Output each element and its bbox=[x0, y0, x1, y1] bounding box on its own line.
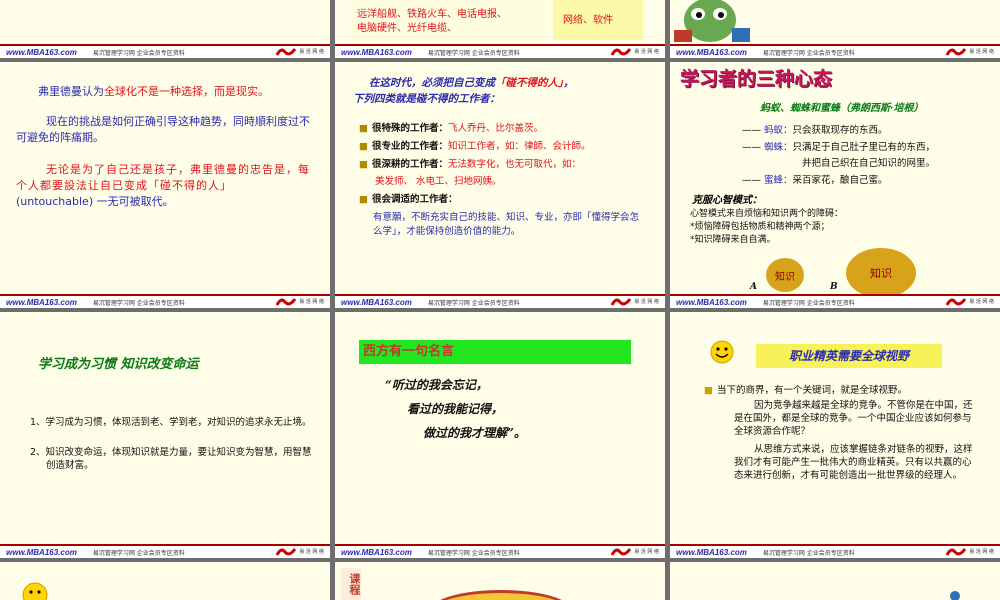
slide-heading: 在这时代，必须把自己变成「碰不得的人」， bbox=[369, 77, 574, 89]
list-item: 1、学习成为习惯，体现活到老、学到老，对知识的追求永无止境。 bbox=[30, 417, 312, 428]
slide-thumb-10[interactable]: 学习成为习惯 知识改变命运 1、学习成为习惯，体现活到老、学到老，对知识的追求永… bbox=[0, 312, 330, 558]
logo-icon: 易 活 网 络 bbox=[945, 547, 994, 557]
slide-footer: www.MBA163.com 易沉管理学习网 企业会员专区资料 易 活 网 络 bbox=[335, 294, 665, 308]
paragraph-3: 无论是为了自己还是孩子，弗里德曼的忠告是，每个人都要設法让自已变成「碰不得的人」 bbox=[16, 163, 310, 192]
paragraph-2: 现在的挑战是如何正确引导这种趋势，同時順利度过不可避免的阵痛期。 bbox=[16, 115, 310, 144]
slide-thumb-12[interactable]: 职业精英需要全球视野 ■ 当下的商界，有一个关键词，就是全球视野。 因为竞争越来越… bbox=[670, 312, 1000, 558]
slide-thumb-r3a[interactable] bbox=[0, 562, 330, 600]
smiley-icon bbox=[22, 582, 48, 600]
slide-thumb-r0b[interactable]: 远洋船舰、铁路火车、电话电报、 电脑硬件、光纤电缆、 网络、软件 www.MBA… bbox=[335, 0, 665, 58]
figure-icon bbox=[950, 591, 960, 600]
slide-footer: www.MBA163.com 易沉管理学习网 企业会员专区资料 易 活 网 络 bbox=[670, 44, 1000, 58]
slide-thumb-r0c[interactable]: www.MBA163.com 易沉管理学习网 企业会员专区资料 易 活 网 络 bbox=[670, 0, 1000, 58]
mindset-row: —— 蚂蚁：只会获取现存的东西。 bbox=[742, 125, 888, 136]
cartoon-illustration-icon bbox=[674, 0, 750, 42]
slide-thumb-11[interactable]: 西方有一句名言 “听过的我会忘记， 看过的我能记得， 做过的我才理解”。 www… bbox=[335, 312, 665, 558]
list-item: 2、知识改变命运，体现知识就是力量，要让知识变为智慧，用智慧创造财富。 bbox=[30, 447, 312, 471]
course-label: 课程 bbox=[341, 568, 361, 600]
slide-thumb-9[interactable]: 学习者的三种心态 蚂蚁、蜘蛛和蜜蜂（弗朗西斯·培根） —— 蚂蚁：只会获取现存的… bbox=[670, 62, 1000, 308]
quote-line-3: 做过的我才理解”。 bbox=[423, 426, 526, 440]
banner-title: 西方有一句名言 bbox=[359, 340, 631, 364]
mindset-row: —— 蜘蛛：只满足于自己肚子里已有的东西， bbox=[742, 142, 936, 153]
paragraph-1: 弗里德曼认为全球化不是一种选择，而是现实。 bbox=[38, 85, 269, 98]
slide-footer: www.MBA163.com 易沉管理学习网 企业会员专区资料 易 活 网 络 bbox=[670, 544, 1000, 558]
slide-title: 学习者的三种心态 bbox=[680, 68, 833, 90]
logo-icon: 易 活 网 络 bbox=[945, 297, 994, 307]
slide-footer: www.MBA163.com 易沉管理学习网 企业会员专区资料 易 活 网 络 bbox=[670, 294, 1000, 308]
slide-thumb-8[interactable]: 在这时代，必须把自己变成「碰不得的人」， 下列四类就是碰不得的工作者： ■ 很特殊… bbox=[335, 62, 665, 308]
list-item: ■ 很会调适的工作者： bbox=[359, 194, 458, 205]
slide-thumb-r3b[interactable]: 课程 bbox=[335, 562, 665, 600]
bullet-paragraph: ■ 当下的商界，有一个关键词，就是全球视野。 bbox=[704, 385, 907, 396]
slide-footer: www.MBA163.com 易沉管理学习网 企业会员专区资料 易 活 网 络 bbox=[335, 544, 665, 558]
logo-icon: 易 活 网 络 bbox=[610, 547, 659, 557]
slide-footer: www.MBA163.com 易沉管理学习网 企业会员专区资料 易 活 网 络 bbox=[335, 44, 665, 58]
slide-thumb-r0a[interactable]: www.MBA163.com 易沉管理学习网 企业会员专区资料 易 活 网 络 bbox=[0, 0, 330, 58]
knowledge-circle-big: 知识 bbox=[846, 248, 916, 298]
logo-icon: 易 活 网 络 bbox=[610, 47, 659, 57]
slide-thumb-7[interactable]: 弗里德曼认为全球化不是一种选择，而是现实。 现在的挑战是如何正确引导这种趋势，同… bbox=[0, 62, 330, 308]
logo-icon: 易 活 网 络 bbox=[610, 297, 659, 307]
banner-title: 职业精英需要全球视野 bbox=[756, 344, 942, 368]
mindset-row: —— 蜜蜂：采百家花，酿自己蜜。 bbox=[742, 175, 888, 186]
slide-footer: www.MBA163.com 易沉管理学习网 企业会员专区资料 易 活 网 络 bbox=[0, 544, 330, 558]
knowledge-circle-small: 知识 bbox=[766, 258, 804, 292]
smiley-icon bbox=[710, 340, 734, 364]
list-item: ■ 很专业的工作者：知识工作者，如：律師、会计師。 bbox=[359, 141, 591, 152]
logo-icon: 易 活 网 络 bbox=[945, 47, 994, 57]
slide-thumb-r3c[interactable] bbox=[670, 562, 1000, 600]
logo-icon: 易 活 网 络 bbox=[275, 547, 324, 557]
ellipse-shape bbox=[431, 590, 571, 600]
list-item: ■ 很深耕的工作者：无法数字化，也无可取代，如： bbox=[359, 159, 582, 170]
logo-icon: 易 活 网 络 bbox=[275, 47, 324, 57]
slide-footer: www.MBA163.com 易沉管理学习网 企业会员专区资料 易 活 网 络 bbox=[0, 44, 330, 58]
slide-title: 学习成为习惯 知识改变命运 bbox=[38, 357, 199, 372]
slide-footer: www.MBA163.com 易沉管理学习网 企业会员专区资料 易 活 网 络 bbox=[0, 294, 330, 308]
logo-icon: 易 活 网 络 bbox=[275, 297, 324, 307]
list-item: ■ 很特殊的工作者：飞人乔丹、比尔盖茨。 bbox=[359, 123, 544, 134]
